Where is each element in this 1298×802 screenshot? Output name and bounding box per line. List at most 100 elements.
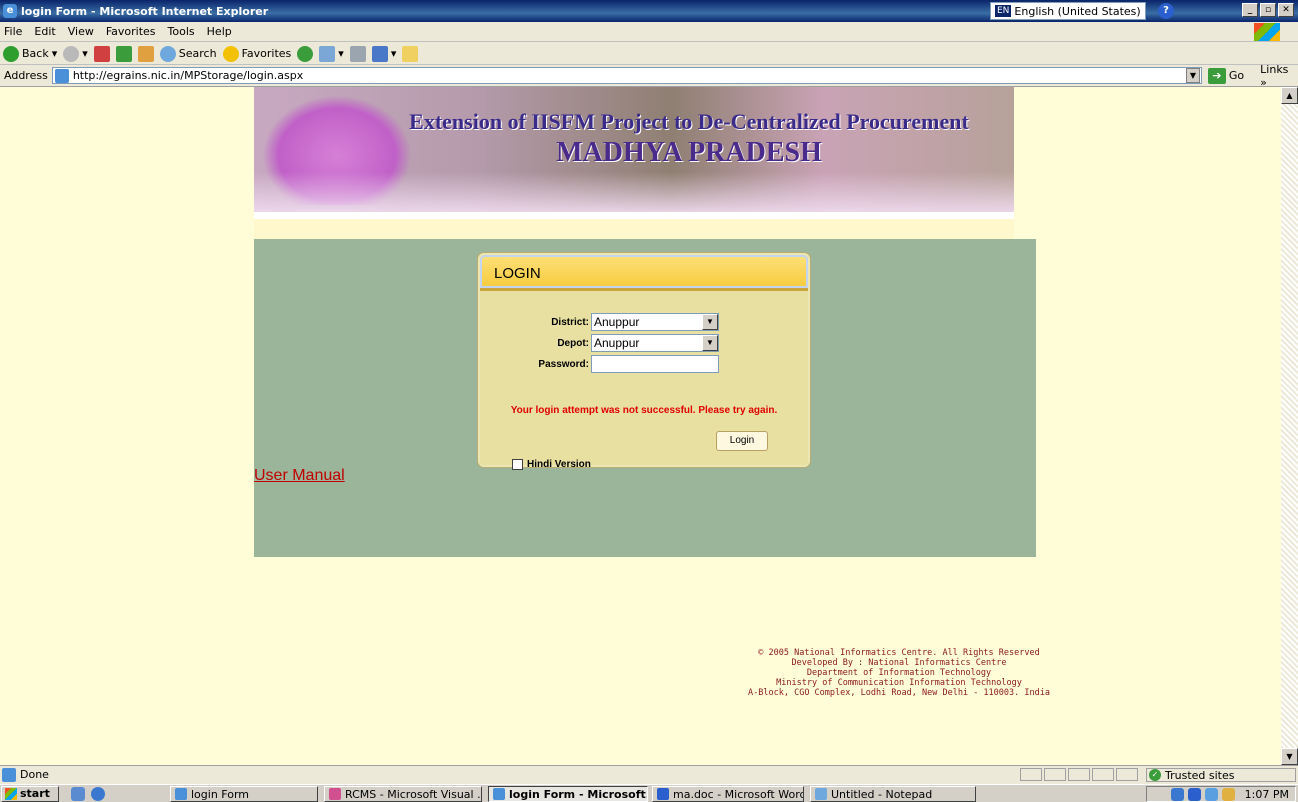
scroll-down-button[interactable]: ▼ xyxy=(1281,748,1298,765)
status-cell xyxy=(1092,768,1114,781)
footer-line: © 2005 National Informatics Centre. All … xyxy=(758,648,1040,658)
zone-label: Trusted sites xyxy=(1165,768,1235,782)
taskbar-item-login-form-active[interactable]: login Form - Microsoft... xyxy=(488,786,648,802)
status-cell xyxy=(1116,768,1138,781)
start-button[interactable]: start xyxy=(1,785,59,802)
task-label: Untitled - Notepad xyxy=(831,787,933,801)
language-code: EN xyxy=(995,5,1012,17)
favorites-label: Favorites xyxy=(241,47,292,60)
print-icon xyxy=(349,45,366,62)
hindi-checkbox[interactable] xyxy=(512,459,523,470)
system-tray: 1:07 PM xyxy=(1146,786,1296,802)
main-content: LOGIN District: Anuppur ▼ Depot: Anuppur… xyxy=(254,239,1050,698)
security-zone[interactable]: ✓ Trusted sites xyxy=(1146,768,1296,782)
menu-tools[interactable]: Tools xyxy=(168,25,195,38)
vertical-scrollbar[interactable]: ▲ ▼ xyxy=(1281,87,1298,765)
history-icon xyxy=(297,45,314,62)
address-label: Address xyxy=(4,69,48,82)
toolbar: Back ▾ ▾ Search Favorites ▾ ▾ xyxy=(0,43,1298,65)
taskbar-item-notepad[interactable]: Untitled - Notepad xyxy=(810,786,976,802)
back-button[interactable]: Back ▾ xyxy=(3,45,57,62)
address-input[interactable]: http://egrains.nic.in/MPStorage/login.as… xyxy=(51,67,1203,84)
page-viewport: Extension of IISFM Project to De-Central… xyxy=(0,87,1281,765)
status-cells xyxy=(1020,768,1138,781)
search-button[interactable]: Search xyxy=(159,45,217,62)
close-button[interactable]: ✕ xyxy=(1278,3,1294,17)
messenger-icon xyxy=(402,45,419,62)
history-button[interactable] xyxy=(297,45,314,62)
footer-line: Ministry of Communication Information Te… xyxy=(776,678,1022,688)
footer-line: A-Block, CGO Complex, Lodhi Road, New De… xyxy=(748,688,1050,698)
address-url: http://egrains.nic.in/MPStorage/login.as… xyxy=(72,69,304,82)
edit-button[interactable]: ▾ xyxy=(371,45,396,62)
windows-logo-icon xyxy=(1254,23,1280,41)
footer-line: Developed By : National Informatics Cent… xyxy=(791,658,1007,668)
depot-label: Depot: xyxy=(557,337,589,349)
taskbar-item-word[interactable]: ma.doc - Microsoft Word xyxy=(652,786,804,802)
print-button[interactable] xyxy=(349,45,366,62)
maximize-button[interactable]: ▫ xyxy=(1260,3,1276,17)
password-label: Password: xyxy=(538,358,589,370)
login-button[interactable]: Login xyxy=(716,431,768,451)
scroll-up-button[interactable]: ▲ xyxy=(1281,87,1298,104)
menu-view[interactable]: View xyxy=(68,25,94,38)
notepad-icon xyxy=(815,788,827,800)
mail-icon xyxy=(319,45,336,62)
menu-bar: File Edit View Favorites Tools Help xyxy=(0,22,1298,42)
messenger-button[interactable] xyxy=(402,45,419,62)
stop-button[interactable] xyxy=(93,45,110,62)
task-label: login Form xyxy=(191,787,250,801)
ie-icon xyxy=(493,788,505,800)
mail-button[interactable]: ▾ xyxy=(319,45,344,62)
user-manual-link[interactable]: User Manual xyxy=(254,467,345,485)
refresh-button[interactable] xyxy=(115,45,132,62)
menu-favorites[interactable]: Favorites xyxy=(106,25,156,38)
hindi-label: Hindi Version xyxy=(527,459,591,470)
desktop-icon[interactable] xyxy=(71,786,85,801)
start-label: start xyxy=(20,787,50,800)
status-text: Done xyxy=(20,768,49,781)
minimize-button[interactable]: _ xyxy=(1242,3,1258,17)
menu-help[interactable]: Help xyxy=(207,25,232,38)
quick-launch xyxy=(71,786,105,801)
windows-flag-icon xyxy=(5,787,17,800)
forward-button[interactable]: ▾ xyxy=(63,45,88,62)
taskbar-item-rcms[interactable]: RCMS - Microsoft Visual ... xyxy=(324,786,482,802)
district-dropdown-icon[interactable]: ▼ xyxy=(702,314,718,330)
favorites-button[interactable]: Favorites xyxy=(222,45,292,62)
trusted-check-icon: ✓ xyxy=(1149,769,1161,781)
device-icon[interactable] xyxy=(1221,787,1235,801)
go-arrow-icon: ➔ xyxy=(1207,67,1226,84)
status-cell xyxy=(1044,768,1066,781)
messenger-tray-icon[interactable] xyxy=(1187,787,1201,801)
go-button[interactable]: ➔ Go xyxy=(1207,67,1244,84)
help-icon[interactable]: ? xyxy=(1158,3,1174,19)
links-label: Links xyxy=(1260,62,1289,76)
network-icon[interactable] xyxy=(1170,787,1184,801)
footer-line: Department of Information Technology xyxy=(806,668,992,678)
menu-file[interactable]: File xyxy=(4,25,22,38)
status-bar: Done ✓ Trusted sites xyxy=(0,765,1298,783)
back-arrow-icon xyxy=(3,45,19,62)
depot-row: Depot: Anuppur ▼ xyxy=(480,334,719,352)
home-button[interactable] xyxy=(137,45,154,62)
hindi-version-option[interactable]: Hindi Version xyxy=(512,459,591,470)
ie-launch-icon[interactable] xyxy=(91,786,105,801)
footer: © 2005 National Informatics Centre. All … xyxy=(508,648,1281,698)
language-bar[interactable]: EN English (United States) xyxy=(990,2,1146,20)
district-value: Anuppur xyxy=(594,315,640,329)
depot-dropdown-icon[interactable]: ▼ xyxy=(702,335,718,351)
menu-edit[interactable]: Edit xyxy=(34,25,55,38)
monitor-icon[interactable] xyxy=(1204,787,1218,801)
links-button[interactable]: Links » xyxy=(1260,63,1298,89)
status-cell xyxy=(1020,768,1042,781)
district-select[interactable]: Anuppur ▼ xyxy=(591,313,719,331)
password-input[interactable] xyxy=(591,355,719,373)
task-label: RCMS - Microsoft Visual ... xyxy=(345,787,482,801)
depot-select[interactable]: Anuppur ▼ xyxy=(591,334,719,352)
taskbar-item-login-form[interactable]: login Form xyxy=(170,786,318,802)
address-dropdown-button[interactable]: ▼ xyxy=(1186,68,1200,83)
district-row: District: Anuppur ▼ xyxy=(480,313,719,331)
taskbar: start login Form RCMS - Microsoft Visual… xyxy=(0,784,1298,802)
ie-icon: e xyxy=(3,4,17,18)
